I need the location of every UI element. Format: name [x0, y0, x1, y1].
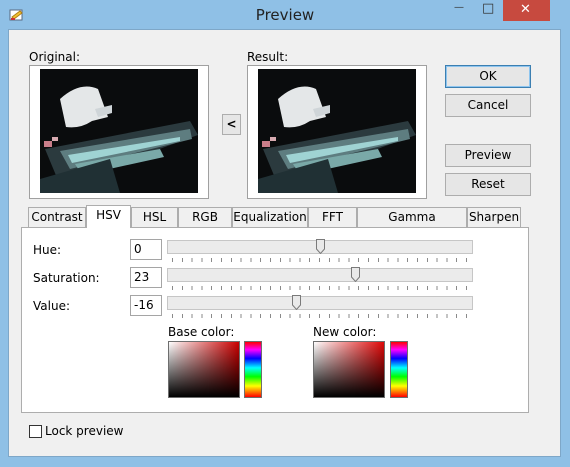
result-image	[258, 69, 416, 193]
value-slider[interactable]	[167, 296, 473, 310]
saturation-slider-thumb[interactable]	[351, 267, 361, 282]
lock-preview-checkbox[interactable]	[29, 425, 42, 438]
tab-fft[interactable]: FFT	[308, 207, 357, 227]
adjustment-tabs: Contrast HSV HSL RGB Equalization FFT Ga…	[21, 205, 531, 242]
title-bar: Preview — □ ✕	[0, 0, 570, 29]
tab-sharpen[interactable]: Sharpen	[467, 207, 521, 227]
hue-slider-thumb[interactable]	[316, 239, 325, 254]
value-label: Value:	[33, 299, 70, 313]
value-slider-thumb[interactable]	[291, 295, 301, 310]
original-image-frame	[29, 65, 209, 199]
maximize-icon: □	[482, 1, 495, 16]
copy-to-original-button[interactable]: <	[222, 114, 241, 135]
saturation-slider[interactable]	[167, 268, 473, 282]
minimize-icon: —	[454, 2, 464, 13]
hue-ticks	[172, 258, 467, 262]
saturation-label: Saturation:	[33, 271, 100, 285]
hsv-panel: Hue: 0 Saturation: 23 Value: -16 Base co…	[21, 227, 529, 413]
cancel-button[interactable]: Cancel	[445, 94, 531, 117]
minimize-button[interactable]: —	[446, 0, 473, 21]
maximize-button[interactable]: □	[474, 0, 501, 21]
original-image	[40, 69, 198, 193]
preview-button[interactable]: Preview	[445, 144, 531, 167]
original-label: Original:	[29, 50, 80, 64]
value-ticks	[172, 314, 467, 318]
new-color-picker[interactable]	[313, 341, 385, 398]
tab-hsv[interactable]: HSV	[86, 205, 131, 228]
tab-rgb[interactable]: RGB	[178, 207, 232, 227]
new-color-label: New color:	[313, 325, 377, 339]
reset-button[interactable]: Reset	[445, 173, 531, 196]
tab-contrast[interactable]: Contrast	[28, 207, 86, 227]
tab-hsl[interactable]: HSL	[131, 207, 178, 227]
hue-input[interactable]: 0	[130, 239, 162, 260]
hue-label: Hue:	[33, 243, 62, 257]
close-icon: ✕	[520, 2, 531, 17]
saturation-ticks	[172, 286, 467, 290]
tab-equalization[interactable]: Equalization	[232, 207, 308, 227]
base-color-label: Base color:	[168, 325, 235, 339]
close-button[interactable]: ✕	[503, 0, 550, 21]
base-hue-strip[interactable]	[244, 341, 262, 398]
ok-button[interactable]: OK	[445, 65, 531, 88]
saturation-input[interactable]: 23	[130, 267, 162, 288]
tab-gamma-correction[interactable]: Gamma correction	[357, 207, 467, 242]
new-hue-strip[interactable]	[390, 341, 408, 398]
result-image-frame	[247, 65, 427, 199]
lock-preview-label: Lock preview	[45, 424, 124, 438]
value-input[interactable]: -16	[130, 295, 162, 316]
preview-dialog: Preview — □ ✕ Original: < Result: OK Can…	[0, 0, 570, 467]
base-color-picker[interactable]	[168, 341, 240, 398]
result-label: Result:	[247, 50, 289, 64]
